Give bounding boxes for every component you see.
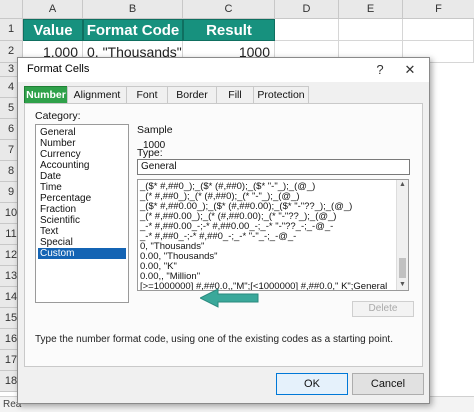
select-all-corner[interactable] xyxy=(0,0,23,19)
help-button[interactable]: ? xyxy=(370,61,390,79)
cell-a1-header[interactable]: Value xyxy=(23,19,83,41)
category-item-fraction[interactable]: Fraction xyxy=(38,204,126,215)
dialog-titlebar[interactable]: Format Cells ? ✕ xyxy=(18,58,429,82)
tab-number[interactable]: Number xyxy=(24,86,68,103)
hint-text: Type the number format code, using one o… xyxy=(35,334,393,345)
tab-border[interactable]: Border xyxy=(167,86,217,103)
scroll-down-icon[interactable]: ▼ xyxy=(397,280,408,290)
format-item[interactable]: [>=1000000] #,##0.0,,"M";[<1000000] #,##… xyxy=(140,282,390,291)
format-item[interactable]: 0.00, "Thousands" xyxy=(140,252,390,262)
category-item-custom[interactable]: Custom xyxy=(38,248,126,259)
category-item-scientific[interactable]: Scientific xyxy=(38,215,126,226)
type-input[interactable]: General xyxy=(137,159,410,175)
column-header-c[interactable]: C xyxy=(183,0,275,19)
cell-b1-header[interactable]: Format Code xyxy=(83,19,183,41)
category-label: Category: xyxy=(35,110,81,122)
category-item-general[interactable]: General xyxy=(38,127,126,138)
category-item-text[interactable]: Text xyxy=(38,226,126,237)
sample-group: Sample 1000 xyxy=(137,124,407,151)
tab-alignment[interactable]: Alignment xyxy=(67,86,127,103)
category-item-currency[interactable]: Currency xyxy=(38,149,126,160)
tab-font[interactable]: Font xyxy=(126,86,168,103)
category-item-date[interactable]: Date xyxy=(38,171,126,182)
cell-f1[interactable] xyxy=(403,19,474,41)
tab-fill[interactable]: Fill xyxy=(216,86,254,103)
sample-label: Sample xyxy=(137,124,173,136)
cell-c1-header[interactable]: Result xyxy=(183,19,275,41)
ok-button[interactable]: OK xyxy=(276,373,348,395)
format-list-scrollbar[interactable]: ▲ ▼ xyxy=(396,180,408,290)
category-item-accounting[interactable]: Accounting xyxy=(38,160,126,171)
category-list[interactable]: General Number Currency Accounting Date … xyxy=(35,124,129,303)
format-cells-dialog: Format Cells ? ✕ Number Alignment Font B… xyxy=(17,57,430,404)
cancel-button[interactable]: Cancel xyxy=(352,373,424,395)
column-header-b[interactable]: B xyxy=(83,0,183,19)
column-header-d[interactable]: D xyxy=(275,0,339,19)
arrow-annotation-icon xyxy=(200,288,259,308)
close-icon[interactable]: ✕ xyxy=(400,61,420,79)
format-code-list[interactable]: _($* #,##0_);_($* (#,##0);_($* "-"_);_(@… xyxy=(137,179,409,291)
dialog-title: Format Cells xyxy=(27,63,90,75)
scroll-up-icon[interactable]: ▲ xyxy=(397,180,408,190)
tab-protection[interactable]: Protection xyxy=(253,86,309,103)
cell-d1[interactable] xyxy=(275,19,339,41)
type-label: Type: xyxy=(137,147,163,159)
delete-button[interactable]: Delete xyxy=(352,301,414,317)
scroll-thumb[interactable] xyxy=(399,258,406,278)
cell-e1[interactable] xyxy=(339,19,403,41)
category-item-number[interactable]: Number xyxy=(38,138,126,149)
column-header-f[interactable]: F xyxy=(403,0,474,19)
category-item-time[interactable]: Time xyxy=(38,182,126,193)
column-header-e[interactable]: E xyxy=(339,0,403,19)
row-header-1[interactable]: 1 xyxy=(0,19,23,41)
column-header-a[interactable]: A xyxy=(23,0,83,19)
number-tab-panel: Category: General Number Currency Accoun… xyxy=(24,103,423,367)
category-item-special[interactable]: Special xyxy=(38,237,126,248)
category-item-percentage[interactable]: Percentage xyxy=(38,193,126,204)
